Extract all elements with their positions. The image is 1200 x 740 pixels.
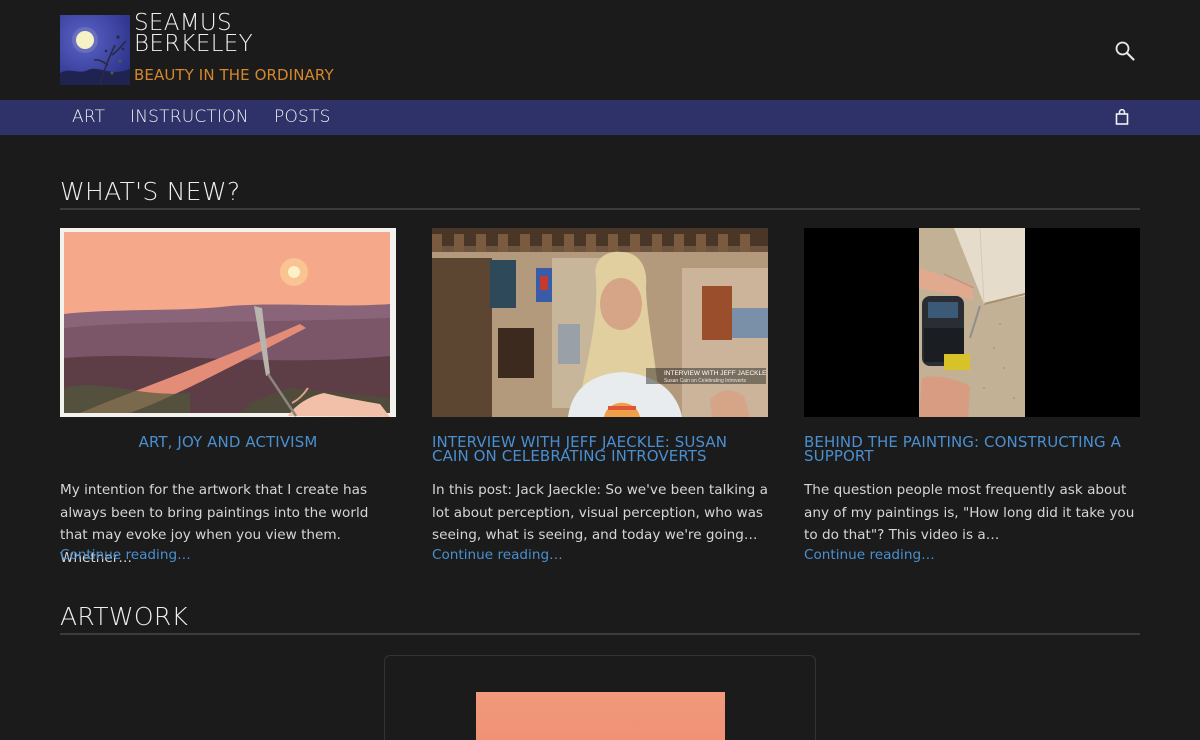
post-title[interactable]: INTERVIEW WITH JEFF JAECKLE: SUSAN CAIN … bbox=[432, 435, 768, 464]
post-thumbnail[interactable]: INTERVIEW WITH JEFF JAECKLE Susan Cain o… bbox=[432, 228, 768, 417]
post-excerpt: The question people most frequently ask … bbox=[804, 482, 1135, 543]
video-caption-subtitle: Susan Cain on Celebrating Introverts bbox=[664, 378, 746, 384]
site-header: SEAMUS BERKELEY BEAUTY IN THE ORDINARY bbox=[0, 0, 1200, 100]
post-thumbnail[interactable] bbox=[60, 228, 396, 417]
post-title[interactable]: ART, JOY AND ACTIVISM bbox=[60, 435, 396, 450]
post-thumbnail[interactable] bbox=[804, 228, 1140, 417]
artwork-heading: ARTWORK bbox=[60, 602, 189, 631]
continue-reading-link[interactable]: Continue reading… bbox=[60, 547, 191, 563]
artwork-thumbnail[interactable] bbox=[476, 692, 725, 740]
section-divider bbox=[60, 633, 1140, 635]
section-divider bbox=[60, 208, 1140, 210]
shopping-bag-icon[interactable] bbox=[1114, 108, 1130, 126]
site-logo[interactable] bbox=[60, 15, 130, 85]
nav-item-art[interactable]: ART bbox=[72, 107, 105, 127]
continue-reading-link[interactable]: Continue reading… bbox=[432, 547, 563, 563]
search-icon[interactable] bbox=[1114, 40, 1136, 62]
artwork-card bbox=[384, 655, 816, 740]
post-excerpt: In this post: Jack Jaeckle: So we've bee… bbox=[432, 482, 768, 543]
site-title-line2: BERKELEY bbox=[134, 31, 253, 57]
main-nav: ART INSTRUCTION POSTS bbox=[0, 100, 1200, 135]
nav-item-posts[interactable]: POSTS bbox=[274, 107, 331, 127]
post-title[interactable]: BEHIND THE PAINTING: CONSTRUCTING A SUPP… bbox=[804, 435, 1140, 464]
continue-reading-link[interactable]: Continue reading… bbox=[804, 547, 935, 563]
site-tagline: BEAUTY IN THE ORDINARY bbox=[134, 66, 334, 84]
video-caption-title: INTERVIEW WITH JEFF JAECKLE bbox=[664, 370, 767, 377]
site-title[interactable]: SEAMUS BERKELEY bbox=[134, 12, 253, 57]
nav-item-instruction[interactable]: INSTRUCTION bbox=[130, 107, 249, 127]
whats-new-heading: WHAT'S NEW? bbox=[60, 177, 241, 206]
